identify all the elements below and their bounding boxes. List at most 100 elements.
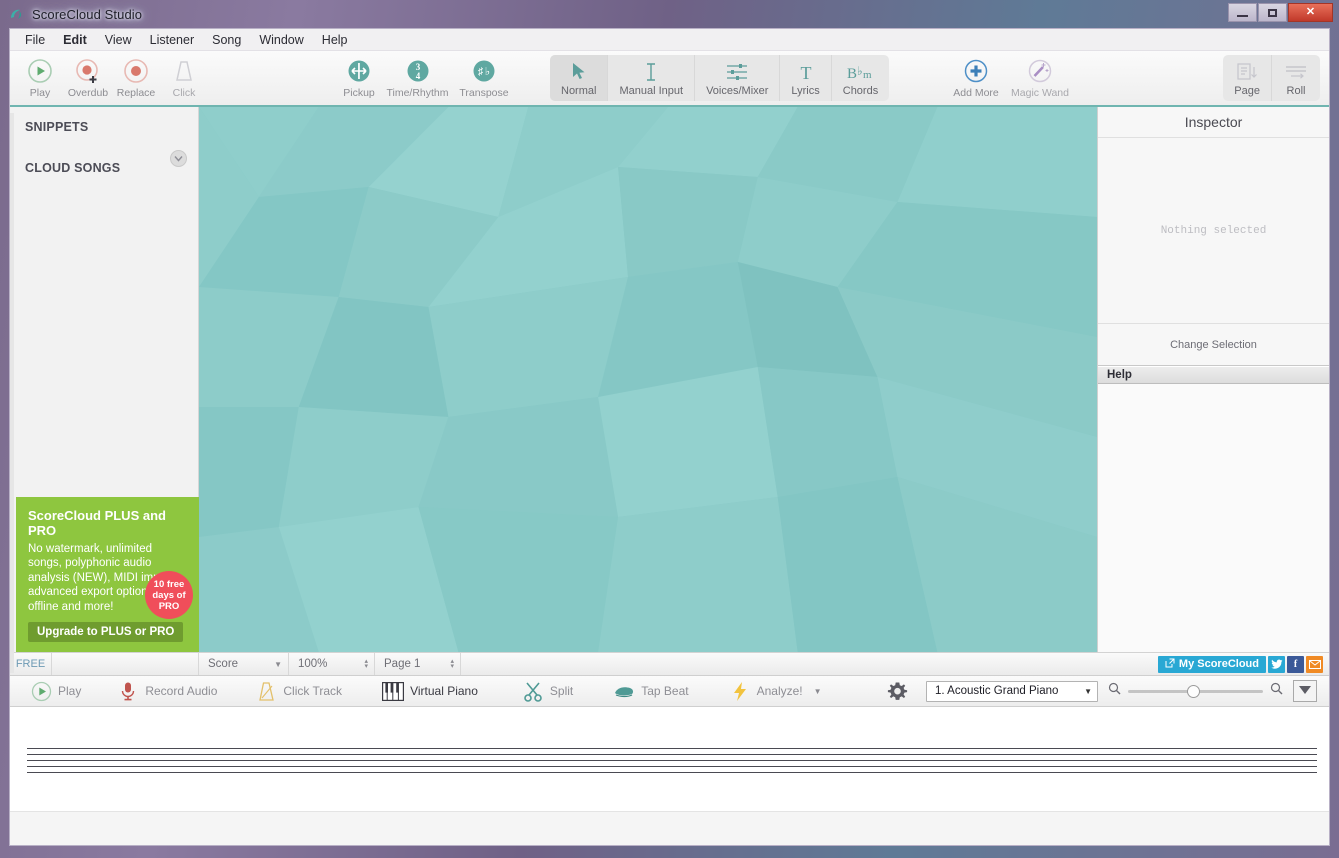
toolbar-add-more-label: Add More [953,87,999,99]
facebook-icon[interactable]: f [1287,656,1304,673]
mail-icon[interactable] [1306,656,1323,673]
transport-bar: Play Record Audio [10,676,1329,707]
zoom-out-icon[interactable] [1108,682,1121,700]
transport-play-button[interactable]: Play [10,680,93,702]
instrument-value: 1. Acoustic Grand Piano [935,685,1058,697]
menu-view[interactable]: View [96,31,141,49]
page-select[interactable]: Page 1 ▴▾ [375,653,461,675]
mode-manual-input-label: Manual Input [619,85,683,97]
roll-view-icon [1283,60,1309,83]
svg-text:♭: ♭ [857,64,863,78]
view-mode-select[interactable]: Score ▼ [199,653,289,675]
help-section-header[interactable]: Help [1098,366,1329,384]
toolbar-replace-button[interactable]: Replace [112,51,160,99]
music-staff [27,748,1317,775]
spinner-icon[interactable]: ▴▾ [450,659,454,669]
toolbar-add-more-button[interactable]: Add More [948,51,1004,99]
app-window: ScoreCloud Studio ✕ File Edit View Liste… [0,0,1339,858]
promo-title: ScoreCloud PLUS and PRO [28,508,187,538]
lyrics-t-icon: T [797,60,815,83]
change-selection-button[interactable]: Change Selection [1098,324,1329,366]
maximize-button[interactable] [1258,3,1287,22]
scissors-icon [522,680,544,702]
minimize-button[interactable] [1228,3,1257,22]
mode-voices-mixer-button[interactable]: Voices/Mixer [695,55,780,101]
toolbar-pickup-button[interactable]: Pickup [335,51,383,99]
left-scroll-strip[interactable] [10,113,14,673]
toolbar-play-button[interactable]: Play [16,51,64,99]
mode-chords-button[interactable]: B ♭ m Chords [832,55,889,101]
promo-panel[interactable]: ScoreCloud PLUS and PRO No watermark, un… [16,497,199,653]
panel-expander-button[interactable] [1293,680,1317,702]
my-scorecloud-button[interactable]: My ScoreCloud [1158,656,1266,673]
transport-settings-button[interactable] [886,680,926,702]
transport-record-audio-button[interactable]: Record Audio [93,680,229,702]
mode-chords-label: Chords [843,85,878,97]
toolbar-overdub-button[interactable]: Overdub [64,51,112,99]
zoom-level-value: 100% [298,658,327,670]
toolbar-magic-wand-button[interactable]: Magic Wand [1004,51,1076,99]
spinner-icon[interactable]: ▴▾ [364,659,368,669]
transport-analyze-button[interactable]: Analyze! ▼ [701,680,828,702]
view-mode-value: Score [208,658,238,670]
lightning-bolt-icon [729,680,751,702]
transport-play-label: Play [58,684,81,698]
mode-manual-input-button[interactable]: Manual Input [608,55,695,101]
transport-tap-beat-button[interactable]: Tap Beat [585,680,700,702]
twitter-icon[interactable] [1268,656,1285,673]
menu-window[interactable]: Window [250,31,312,49]
menu-help[interactable]: Help [313,31,357,49]
toolbar-replace-label: Replace [117,87,156,99]
menu-song[interactable]: Song [203,31,250,49]
menu-file[interactable]: File [16,31,54,49]
transport-click-track-button[interactable]: Click Track [229,680,354,702]
svg-text:4: 4 [415,71,420,81]
toolbar-time-rhythm-button[interactable]: 3 4 Time/Rhythm [383,51,452,99]
sidebar-section-snippets[interactable]: SNIPPETS [10,107,198,134]
inspector-panel: Inspector Nothing selected Change Select… [1097,107,1329,652]
metronome-icon [255,680,277,702]
transport-record-audio-label: Record Audio [145,684,217,698]
mode-normal-button[interactable]: Normal [550,55,608,101]
instrument-select[interactable]: 1. Acoustic Grand Piano ▼ [926,681,1098,702]
social-links: My ScoreCloud f [1158,653,1329,675]
zoom-in-icon[interactable] [1270,682,1283,700]
svg-text:♯: ♯ [478,66,484,78]
toolbar-click-label: Click [173,87,196,99]
menu-edit[interactable]: Edit [54,31,96,49]
toolbar-group-recording: Play Overdub [16,51,208,107]
transport-virtual-piano-button[interactable]: Virtual Piano [354,680,490,702]
transport-split-button[interactable]: Split [490,680,585,702]
mode-normal-label: Normal [561,85,596,97]
time-signature-icon: 3 4 [403,56,433,86]
upgrade-button[interactable]: Upgrade to PLUS or PRO [28,622,183,642]
toolbar-time-rhythm-label: Time/Rhythm [386,87,448,99]
close-button[interactable]: ✕ [1288,3,1333,22]
zoom-slider[interactable] [1128,690,1263,693]
menu-listener[interactable]: Listener [141,31,203,49]
chevron-down-icon[interactable] [170,150,187,167]
score-editor-area[interactable] [10,707,1329,846]
view-page-label: Page [1234,85,1260,97]
toolbar-transpose-button[interactable]: ♯ ♭ Transpose [452,51,516,99]
title-bar: ScoreCloud Studio ✕ [0,0,1339,28]
transpose-icon: ♯ ♭ [469,56,499,86]
main-toolbar: Play Overdub [10,51,1329,107]
app-logo-icon [8,6,25,23]
view-roll-button[interactable]: Roll [1272,55,1320,101]
mixer-sliders-icon [726,60,748,83]
view-page-button[interactable]: Page [1223,55,1272,101]
external-link-icon [1165,658,1175,671]
toolbar-click-button[interactable]: Click [160,51,208,99]
metronome-icon [169,56,199,86]
zoom-slider-handle[interactable] [1187,685,1200,698]
zoom-level-select[interactable]: 100% ▴▾ [289,653,375,675]
cursor-arrow-icon [571,60,587,83]
tap-hand-icon [613,680,635,702]
view-roll-label: Roll [1287,85,1306,97]
transport-analyze-label: Analyze! [757,684,803,698]
mode-lyrics-button[interactable]: T Lyrics [780,55,831,101]
transport-tap-beat-label: Tap Beat [641,684,688,698]
caret-down-icon[interactable]: ▼ [814,687,822,696]
score-canvas[interactable] [199,107,1097,652]
